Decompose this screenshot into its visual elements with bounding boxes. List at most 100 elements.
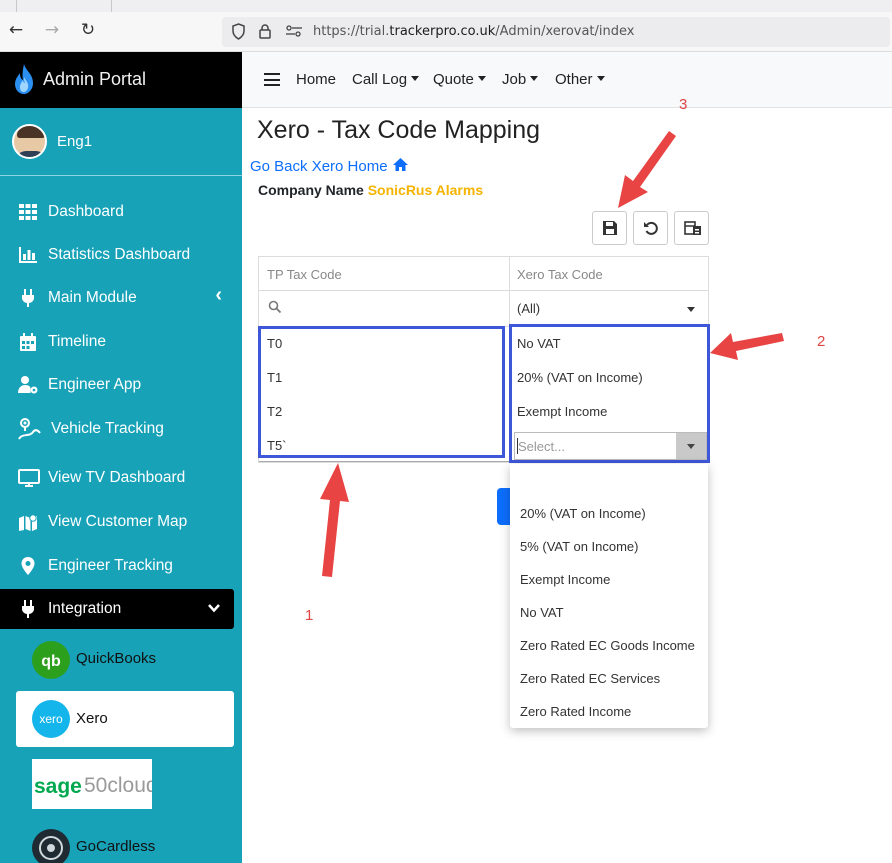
user-name: Eng1 bbox=[57, 133, 93, 150]
dropdown-option[interactable]: 20% (VAT on Income) bbox=[520, 506, 702, 521]
annotation-arrow-3 bbox=[618, 131, 676, 208]
revert-button[interactable] bbox=[633, 211, 668, 245]
nav-quote[interactable]: Quote bbox=[433, 71, 486, 88]
search-icon[interactable] bbox=[268, 300, 282, 314]
sidebar-subitem-gocardless[interactable]: GoCardless bbox=[16, 819, 234, 863]
annotation-label-1: 1 bbox=[305, 607, 314, 624]
sidebar-item-label: Vehicle Tracking bbox=[51, 420, 164, 437]
sage-logo-icon: sage 50cloud bbox=[32, 759, 158, 809]
nav-job[interactable]: Job bbox=[502, 71, 539, 88]
sidebar-item-label: Engineer Tracking bbox=[48, 557, 173, 574]
xero-filter-select[interactable]: (All) bbox=[517, 301, 540, 316]
dropdown-option[interactable]: Zero Rated EC Goods Income bbox=[520, 638, 702, 653]
monitor-icon bbox=[18, 469, 40, 487]
filter-row: (All) bbox=[259, 291, 708, 327]
sidebar-item-statistics-dashboard[interactable]: Statistics Dashboard bbox=[0, 235, 242, 275]
tab-strip bbox=[0, 0, 892, 12]
map-icon bbox=[19, 514, 37, 531]
column-chooser-button[interactable] bbox=[674, 211, 709, 245]
sidebar-subitem-label: GoCardless bbox=[76, 838, 156, 855]
caret-down-icon[interactable] bbox=[687, 307, 695, 312]
svg-text:qb: qb bbox=[41, 653, 61, 670]
shield-icon bbox=[232, 23, 245, 40]
sidebar-subitem-label: QuickBooks bbox=[76, 650, 157, 667]
nav-home[interactable]: Home bbox=[296, 71, 336, 88]
sidebar-item-label: Timeline bbox=[48, 333, 106, 350]
user-panel[interactable]: Eng1 bbox=[0, 108, 242, 176]
avatar bbox=[12, 124, 47, 159]
chevron-down-icon bbox=[208, 604, 220, 613]
flame-logo-icon bbox=[15, 64, 33, 94]
plug-icon bbox=[22, 289, 34, 307]
sidebar-item-engineer-tracking[interactable]: Engineer Tracking bbox=[0, 546, 242, 586]
calendar-icon bbox=[20, 333, 36, 351]
sidebar-item-label: View TV Dashboard bbox=[48, 469, 186, 486]
undo-icon bbox=[644, 221, 658, 235]
highlight-box-tp-codes bbox=[258, 326, 505, 458]
sidebar-subitem-sage[interactable]: sage 50cloud bbox=[16, 757, 234, 815]
chevron-left-icon: ‹ bbox=[215, 284, 222, 306]
dropdown-option[interactable]: No VAT bbox=[520, 605, 702, 620]
dropdown-option[interactable]: Zero Rated Income bbox=[520, 704, 702, 719]
sidebar-item-integration[interactable]: Integration bbox=[0, 589, 234, 629]
quickbooks-logo-icon: qb bbox=[32, 641, 70, 679]
back-arrow-icon[interactable]: ← bbox=[5, 20, 27, 40]
submit-button[interactable] bbox=[497, 488, 511, 525]
sidebar-item-view-customer-map[interactable]: View Customer Map bbox=[0, 502, 242, 542]
grid-header: TP Tax Code Xero Tax Code bbox=[259, 257, 708, 291]
nav-other[interactable]: Other bbox=[555, 71, 605, 88]
sidebar-item-dashboard[interactable]: Dashboard bbox=[0, 192, 242, 232]
url-domain: trackerpro.co.uk bbox=[389, 24, 496, 39]
back-link-text: Go Back Xero Home bbox=[250, 158, 388, 175]
sidebar-item-label: Engineer App bbox=[48, 376, 142, 393]
forward-arrow-icon[interactable]: → bbox=[41, 20, 63, 40]
hamburger-menu-icon[interactable] bbox=[264, 73, 280, 87]
annotation-arrow-2 bbox=[710, 333, 784, 360]
save-icon bbox=[603, 221, 617, 235]
page-title: Xero - Tax Code Mapping bbox=[257, 116, 541, 144]
dropdown-option[interactable]: 5% (VAT on Income) bbox=[520, 539, 702, 554]
caret-down-icon bbox=[477, 76, 486, 81]
caret-down-icon bbox=[530, 76, 539, 81]
sidebar-item-view-tv-dashboard[interactable]: View TV Dashboard bbox=[0, 458, 242, 498]
dropdown-option[interactable]: Exempt Income bbox=[520, 572, 702, 587]
annotation-arrow-1 bbox=[320, 463, 349, 577]
sidebar-item-label: Statistics Dashboard bbox=[48, 246, 191, 263]
column-header-xero-tax-code[interactable]: Xero Tax Code bbox=[517, 267, 603, 282]
permissions-icon[interactable] bbox=[285, 25, 303, 37]
sidebar-item-timeline[interactable]: Timeline bbox=[0, 322, 242, 362]
sidebar-item-label: Main Module bbox=[48, 289, 137, 306]
url-path: /Admin/xerovat/index bbox=[495, 24, 635, 39]
app-root: ← → ↻ https://trial.trackerpro.co.uk/Adm… bbox=[0, 0, 892, 863]
caret-down-icon bbox=[411, 76, 420, 81]
gocardless-logo-icon bbox=[32, 829, 70, 863]
sidebar-subitem-quickbooks[interactable]: qb QuickBooks bbox=[16, 631, 234, 687]
sidebar-item-label: Integration bbox=[48, 600, 122, 617]
user-gear-icon bbox=[18, 376, 38, 394]
reload-icon[interactable]: ↻ bbox=[77, 20, 99, 40]
xero-tax-code-dropdown: 20% (VAT on Income) 5% (VAT on Income) E… bbox=[510, 464, 708, 728]
dropdown-option[interactable]: Zero Rated EC Services bbox=[520, 671, 702, 686]
sidebar-item-engineer-app[interactable]: Engineer App bbox=[0, 365, 242, 405]
tab-separator bbox=[16, 0, 17, 12]
brand[interactable]: Admin Portal bbox=[0, 52, 242, 108]
url-prefix: https://trial. bbox=[313, 24, 390, 39]
highlight-box-xero-codes bbox=[509, 324, 710, 463]
tab-separator bbox=[111, 0, 112, 12]
sidebar-subitem-xero[interactable]: xero Xero bbox=[16, 691, 234, 747]
back-xero-home-link[interactable]: Go Back Xero Home bbox=[250, 157, 409, 175]
sidebar: Admin Portal Eng1 Dashboard Statistics D… bbox=[0, 52, 242, 863]
browser-toolbar: ← → ↻ https://trial.trackerpro.co.uk/Adm… bbox=[0, 0, 892, 52]
sidebar-item-main-module[interactable]: Main Module ‹ bbox=[0, 278, 242, 318]
sidebar-item-vehicle-tracking[interactable]: Vehicle Tracking bbox=[0, 409, 242, 449]
column-header-tp-tax-code[interactable]: TP Tax Code bbox=[267, 267, 342, 282]
url-text: https://trial.trackerpro.co.uk/Admin/xer… bbox=[313, 24, 634, 39]
sidebar-item-label: View Customer Map bbox=[48, 513, 188, 530]
route-icon bbox=[18, 418, 41, 440]
nav-call-log[interactable]: Call Log bbox=[352, 71, 420, 88]
company-label: Company Name bbox=[258, 182, 364, 198]
annotation-label-3: 3 bbox=[679, 96, 688, 113]
lock-icon bbox=[259, 24, 271, 39]
sidebar-item-label: Dashboard bbox=[48, 203, 124, 220]
save-button[interactable] bbox=[592, 211, 627, 245]
